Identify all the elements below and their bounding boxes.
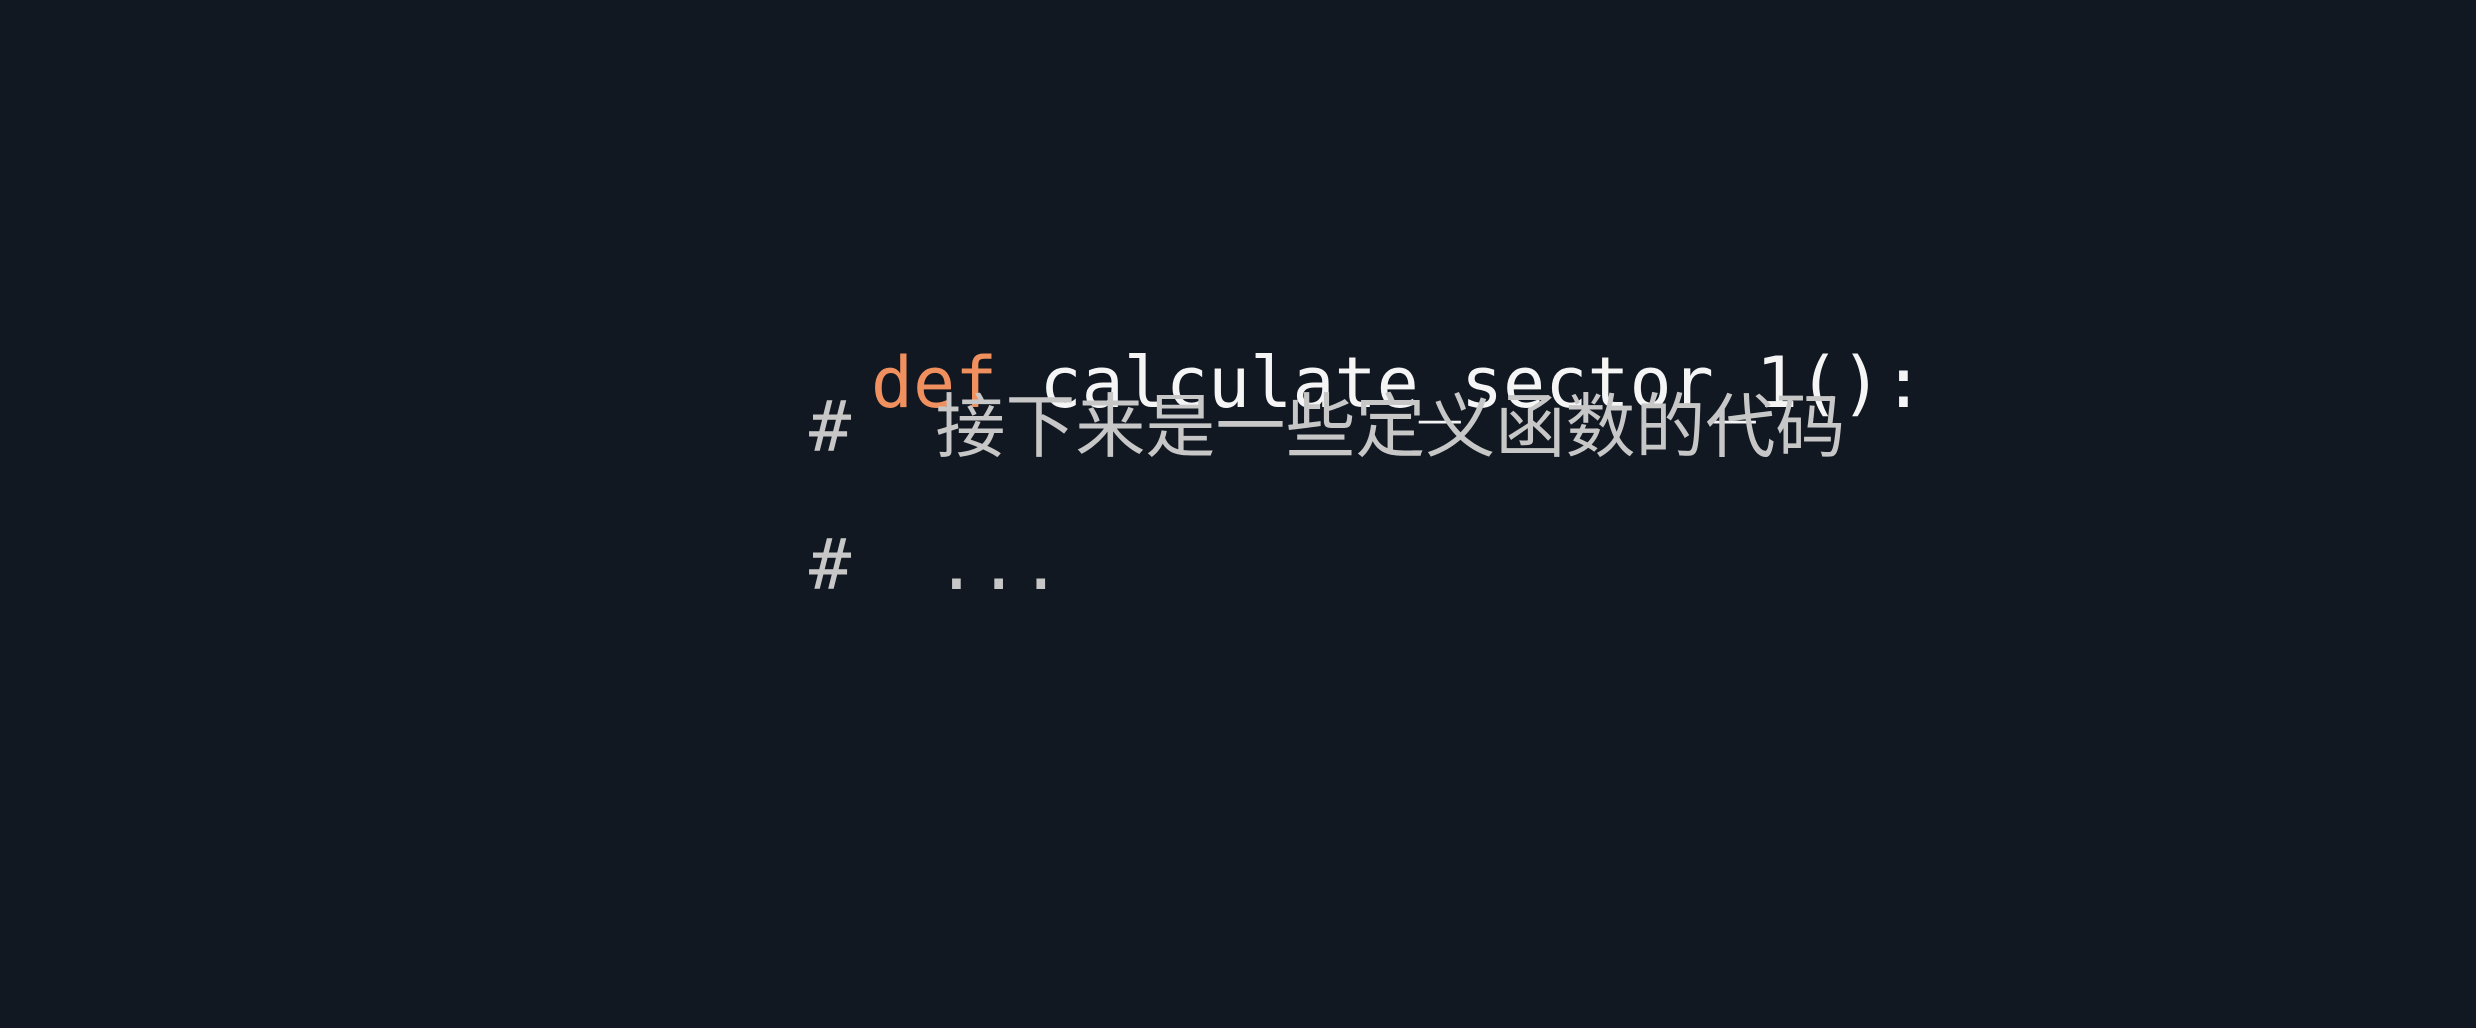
code-editor: def calculate_sector_1(): # 接下来是一些定义函数的代… xyxy=(0,0,2476,1028)
code-block: def calculate_sector_1(): # 接下来是一些定义函数的代… xyxy=(618,0,2118,1028)
code-line-comment-ellipsis: # ... xyxy=(809,524,1062,606)
code-line-comment-description: # 接下来是一些定义函数的代码 xyxy=(809,386,1846,468)
